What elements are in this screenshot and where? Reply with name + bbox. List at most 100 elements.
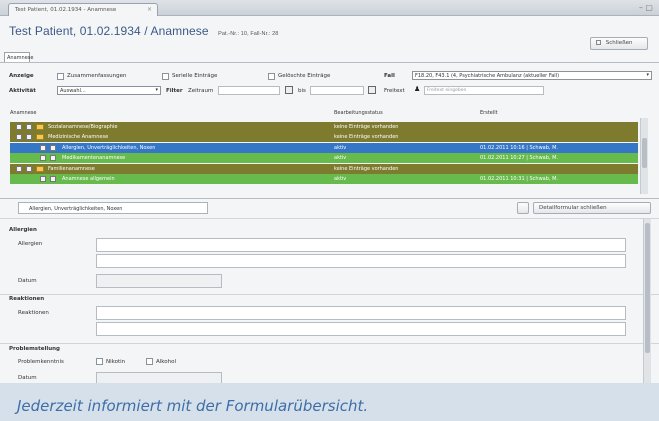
tab-close-icon[interactable]: ×: [147, 6, 152, 13]
binoculars-icon[interactable]: ♟: [414, 85, 420, 93]
page-subtitle: Pat.-Nr.: 10, Fall-Nr.: 28: [218, 31, 279, 37]
alkohol-checkbox[interactable]: [146, 358, 153, 365]
expand-icon[interactable]: [16, 124, 22, 130]
document-icon: [50, 145, 56, 151]
page-title-text: Test Patient, 01.02.1934 / Anamnese: [9, 24, 209, 38]
divider: [0, 62, 659, 63]
row-name: Medizinische Anamnese: [48, 134, 109, 140]
document-icon: [50, 155, 56, 161]
zeitraum-label: Zeitraum: [188, 88, 214, 94]
calendar-icon[interactable]: [285, 86, 293, 94]
window-controls[interactable]: – ▢: [639, 3, 653, 12]
table-row[interactable]: Anamnese allgemein aktiv 01.02.2011 10:3…: [10, 174, 638, 184]
zusammenfassungen-checkbox[interactable]: [57, 73, 64, 80]
application-window: Test Patient, 01.02.1934 - Anamnese × – …: [0, 0, 659, 383]
section-title-reaktionen: Reaktionen: [9, 296, 45, 302]
table-row[interactable]: Medikamentenanamnese aktiv 01.02.2011 10…: [10, 153, 638, 163]
column-header-status[interactable]: Bearbeitungsstatus: [334, 110, 383, 116]
row-status: keine Einträge vorhanden: [334, 166, 399, 172]
checkbox-icon[interactable]: [26, 166, 32, 172]
section-title-problemstellung: Problemstellung: [9, 346, 60, 352]
divider: [0, 198, 659, 199]
grid-scrollbar[interactable]: [640, 118, 648, 194]
tab-anamnese[interactable]: Anamnese: [4, 52, 33, 62]
anzeige-label: Anzeige: [9, 73, 34, 79]
close-button-label: Schließen: [605, 40, 633, 46]
aktivitaet-select[interactable]: Auswahl... ▾: [57, 86, 161, 95]
reaktionen-label: Reaktionen: [18, 310, 49, 316]
document-tab[interactable]: Test Patient, 01.02.1934 - Anamnese ×: [8, 3, 158, 16]
calendar-icon[interactable]: [368, 86, 376, 94]
checkbox-icon[interactable]: [40, 176, 46, 182]
form-scrollbar[interactable]: [643, 219, 651, 383]
form-overview-icon[interactable]: [517, 202, 529, 214]
allergien-input-2[interactable]: [96, 254, 626, 268]
row-status: aktiv: [334, 155, 347, 161]
form-tab[interactable]: Allergien, Unverträglichkeiten, Noxen: [18, 202, 208, 214]
nikotin-label: Nikotin: [106, 359, 126, 365]
row-name: Allergien, Unverträglichkeiten, Noxen: [62, 145, 156, 151]
expand-icon[interactable]: [16, 166, 22, 172]
scrollbar-thumb[interactable]: [645, 223, 650, 353]
scrollbar-thumb[interactable]: [642, 138, 647, 168]
detail-form-close-button[interactable]: Detailformular schließen: [533, 202, 651, 214]
datum-input[interactable]: [96, 274, 222, 288]
row-status: aktiv: [334, 176, 347, 182]
problemkenntnis-label: Problemkenntnis: [18, 359, 64, 365]
document-icon: [50, 176, 56, 182]
aktivitaet-select-value: Auswahl...: [60, 88, 86, 94]
aktivitaet-label: Aktivität: [9, 88, 36, 94]
reaktionen-input[interactable]: [96, 306, 626, 320]
divider: [0, 218, 659, 219]
grid-header: Anamnese Bearbeitungsstatus Erstellt: [10, 109, 638, 119]
row-status: keine Einträge vorhanden: [334, 124, 399, 130]
checkbox-icon[interactable]: [40, 155, 46, 161]
folder-icon: [36, 124, 44, 130]
checkbox-icon[interactable]: [26, 134, 32, 140]
row-created: 01.02.2011 10:27 | Schwab, M.: [480, 155, 558, 161]
serielle-eintraege-checkbox[interactable]: [162, 73, 169, 80]
folder-icon: [36, 166, 44, 172]
checkbox-icon[interactable]: [40, 145, 46, 151]
checkbox-icon[interactable]: [26, 124, 32, 130]
datum-label: Datum: [18, 278, 37, 284]
table-row[interactable]: Familienanamnese keine Einträge vorhande…: [10, 164, 638, 174]
section-title-allergien: Allergien: [9, 227, 37, 233]
nikotin-checkbox[interactable]: [96, 358, 103, 365]
divider: [0, 294, 659, 295]
datum2-input[interactable]: [96, 372, 222, 383]
fall-select[interactable]: F18.20, F43.1 (4, Psychiatrische Ambulan…: [412, 71, 652, 80]
reaktionen-input-2[interactable]: [96, 322, 626, 336]
table-row[interactable]: Sozialanamnese/Biographie keine Einträge…: [10, 122, 638, 132]
close-button[interactable]: Schließen: [590, 37, 648, 50]
table-row[interactable]: Medizinische Anamnese keine Einträge vor…: [10, 132, 638, 142]
divider: [0, 343, 659, 344]
chevron-down-icon: ▾: [155, 87, 158, 93]
allergien-label: Allergien: [18, 241, 43, 247]
allergien-input[interactable]: [96, 238, 626, 252]
table-row-selected[interactable]: Allergien, Unverträglichkeiten, Noxen ak…: [10, 143, 638, 153]
geloeschte-eintraege-label: Gelöschte Einträge: [278, 73, 331, 79]
serielle-eintraege-label: Serielle Einträge: [172, 73, 218, 79]
zusammenfassungen-label: Zusammenfassungen: [67, 73, 127, 79]
filter-label: Filter: [166, 88, 183, 94]
column-header-anamnese[interactable]: Anamnese: [10, 110, 36, 116]
freitext-placeholder: Freitext eingeben: [427, 88, 467, 93]
document-tab-label: Test Patient, 01.02.1934 - Anamnese: [15, 7, 117, 13]
geloeschte-eintraege-checkbox[interactable]: [268, 73, 275, 80]
row-name: Anamnese allgemein: [62, 176, 115, 182]
row-created: 01.02.2011 10:31 | Schwab, M.: [480, 176, 558, 182]
row-name: Medikamentenanamnese: [62, 155, 126, 161]
zeitraum-from-input[interactable]: [218, 86, 280, 95]
freitext-input[interactable]: Freitext eingeben: [424, 86, 544, 95]
expand-icon[interactable]: [16, 134, 22, 140]
row-name: Familienanamnese: [48, 166, 95, 172]
column-header-erstellt[interactable]: Erstellt: [480, 110, 498, 116]
freitext-label: Freitext: [384, 88, 405, 94]
close-icon: [596, 40, 601, 45]
row-status: aktiv: [334, 145, 347, 151]
bis-label: bis: [298, 88, 306, 94]
alkohol-label: Alkohol: [156, 359, 177, 365]
row-name: Sozialanamnese/Biographie: [48, 124, 118, 130]
zeitraum-to-input[interactable]: [310, 86, 364, 95]
